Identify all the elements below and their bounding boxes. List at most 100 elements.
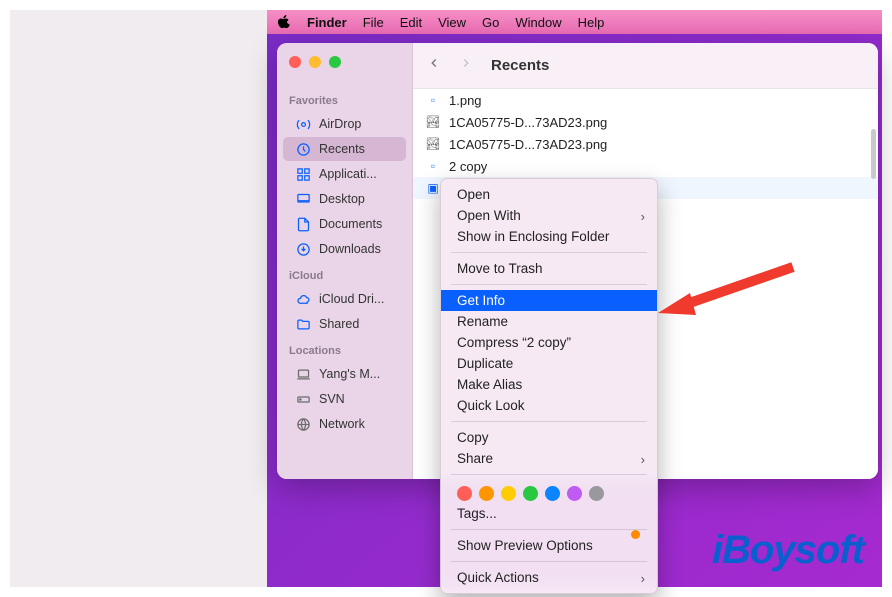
tag-yellow[interactable] (501, 486, 516, 501)
sidebar-item-label: Applicati... (319, 167, 394, 181)
recents-icon (295, 141, 311, 157)
ctx-open-with[interactable]: Open With› (441, 205, 657, 226)
sidebar-header-icloud: iCloud (277, 262, 412, 286)
ctx-show-enclosing[interactable]: Show in Enclosing Folder (441, 226, 657, 247)
menubar-item-go[interactable]: Go (482, 15, 499, 30)
ctx-share[interactable]: Share › (441, 448, 657, 469)
sidebar-item-label: Desktop (319, 192, 394, 206)
separator (451, 252, 647, 253)
ctx-get-info[interactable]: Get Info (441, 290, 657, 311)
tag-red[interactable] (457, 486, 472, 501)
menubar-app-name[interactable]: Finder (307, 15, 347, 30)
tag-blue[interactable] (545, 486, 560, 501)
sidebar-item-label: AirDrop (319, 117, 394, 131)
sidebar-item-recents[interactable]: Recents (283, 137, 406, 161)
ctx-label: Share (457, 451, 493, 466)
ctx-quick-look[interactable]: Quick Look (441, 395, 657, 416)
sidebar-header-locations: Locations (277, 337, 412, 361)
ctx-compress[interactable]: Compress “2 copy” (441, 332, 657, 353)
chevron-right-icon: › (641, 571, 645, 586)
drive-icon (295, 391, 311, 407)
sidebar-item-airdrop[interactable]: AirDrop (283, 112, 406, 136)
sidebar-item-documents[interactable]: Documents (283, 212, 406, 236)
airdrop-icon (295, 116, 311, 132)
menubar-item-edit[interactable]: Edit (400, 15, 422, 30)
separator (451, 474, 647, 475)
forward-button[interactable] (459, 56, 477, 75)
desktop-icon (295, 191, 311, 207)
documents-icon (295, 216, 311, 232)
menubar-item-file[interactable]: File (363, 15, 384, 30)
sidebar-item-icloud-drive[interactable]: iCloud Dri... (283, 287, 406, 311)
file-name: 1CA05775-D...73AD23.png (449, 137, 607, 152)
downloads-icon (295, 241, 311, 257)
sidebar-item-label: Network (319, 417, 394, 431)
ctx-move-to-trash[interactable]: Move to Trash (441, 258, 657, 279)
file-row[interactable]: ▫ 2 copy (413, 155, 878, 177)
laptop-icon (295, 366, 311, 382)
zoom-button[interactable] (329, 56, 341, 68)
sidebar-item-svn[interactable]: SVN (283, 387, 406, 411)
separator (451, 284, 647, 285)
ctx-make-alias[interactable]: Make Alias (441, 374, 657, 395)
ctx-quick-actions[interactable]: Quick Actions › (441, 567, 657, 588)
sidebar-header-favorites: Favorites (277, 87, 412, 111)
sidebar-item-shared[interactable]: Shared (283, 312, 406, 336)
file-name: 1.png (449, 93, 482, 108)
menubar-item-help[interactable]: Help (578, 15, 605, 30)
sidebar-item-downloads[interactable]: Downloads (283, 237, 406, 261)
sidebar-item-label: Documents (319, 217, 394, 231)
ctx-tags[interactable]: Tags... (441, 503, 657, 524)
applications-icon (295, 166, 311, 182)
toolbar: Recents (413, 43, 878, 89)
back-button[interactable] (427, 56, 445, 75)
ctx-duplicate[interactable]: Duplicate (441, 353, 657, 374)
separator (451, 421, 647, 422)
sidebar-item-network[interactable]: Network (283, 412, 406, 436)
chevron-right-icon: › (641, 452, 645, 467)
folder-icon: ▫ (425, 92, 441, 108)
folder-icon: ▫ (425, 158, 441, 174)
watermark: iBoysoft (712, 528, 864, 573)
sidebar: Favorites AirDrop Recents Applicati... D… (277, 43, 413, 479)
sidebar-item-label: iCloud Dri... (319, 292, 394, 306)
tag-gray[interactable] (589, 486, 604, 501)
image-file-icon: 🏞 (425, 114, 441, 130)
ctx-label: Quick Actions (457, 570, 539, 585)
ctx-tags-row (441, 480, 657, 503)
file-row[interactable]: ▫ 1.png (413, 89, 878, 111)
scrollbar[interactable] (871, 129, 876, 179)
window-title: Recents (491, 57, 549, 74)
menubar: Finder File Edit View Go Window Help (267, 10, 882, 34)
shared-folder-icon (295, 316, 311, 332)
selected-file-icon: ▣ (425, 180, 441, 196)
ctx-copy[interactable]: Copy (441, 427, 657, 448)
file-name: 1CA05775-D...73AD23.png (449, 115, 607, 130)
file-name: 2 copy (449, 159, 487, 174)
sidebar-item-label: SVN (319, 392, 394, 406)
apple-menu-icon[interactable] (277, 15, 291, 29)
menubar-item-view[interactable]: View (438, 15, 466, 30)
sidebar-item-mac[interactable]: Yang's M... (283, 362, 406, 386)
sidebar-item-desktop[interactable]: Desktop (283, 187, 406, 211)
tag-green[interactable] (523, 486, 538, 501)
minimize-button[interactable] (309, 56, 321, 68)
menubar-item-window[interactable]: Window (515, 15, 561, 30)
network-icon (295, 416, 311, 432)
icloud-icon (295, 291, 311, 307)
chevron-right-icon: › (641, 209, 645, 224)
separator (451, 529, 647, 530)
context-menu: Open Open With› Show in Enclosing Folder… (440, 178, 658, 594)
watermark-dot (631, 530, 640, 539)
separator (451, 561, 647, 562)
tag-purple[interactable] (567, 486, 582, 501)
ctx-show-preview-options[interactable]: Show Preview Options (441, 535, 657, 556)
file-row[interactable]: 🏞 1CA05775-D...73AD23.png (413, 133, 878, 155)
tag-orange[interactable] (479, 486, 494, 501)
sidebar-item-label: Recents (319, 142, 394, 156)
sidebar-item-applications[interactable]: Applicati... (283, 162, 406, 186)
ctx-rename[interactable]: Rename (441, 311, 657, 332)
file-row[interactable]: 🏞 1CA05775-D...73AD23.png (413, 111, 878, 133)
ctx-open[interactable]: Open (441, 184, 657, 205)
close-button[interactable] (289, 56, 301, 68)
